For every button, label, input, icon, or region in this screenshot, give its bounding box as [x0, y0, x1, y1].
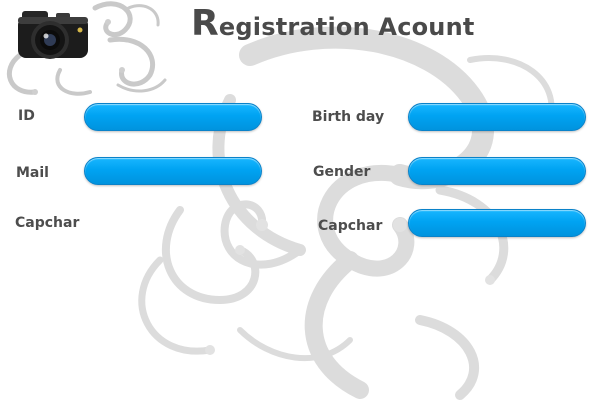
captcha-input[interactable]	[408, 209, 586, 237]
gender-label: Gender	[313, 164, 371, 180]
gender-input[interactable]	[408, 157, 586, 185]
birth-day-input[interactable]	[408, 103, 586, 131]
birth-day-label: Birth day	[312, 109, 385, 125]
captcha-label-right: Capchar	[318, 218, 383, 234]
mail-label: Mail	[16, 165, 49, 181]
mail-input[interactable]	[84, 157, 262, 185]
page-title-rest: egistration Acount	[218, 13, 475, 41]
page-title-initial: R	[191, 3, 219, 44]
camera-icon	[6, 1, 167, 96]
page-title: Registration Acount	[191, 6, 475, 42]
captcha-label-left: Capchar	[15, 215, 80, 231]
id-input[interactable]	[84, 103, 262, 131]
id-label: ID	[18, 108, 35, 124]
registration-page: Registration Acount ID Mail Capchar Birt…	[0, 0, 600, 400]
